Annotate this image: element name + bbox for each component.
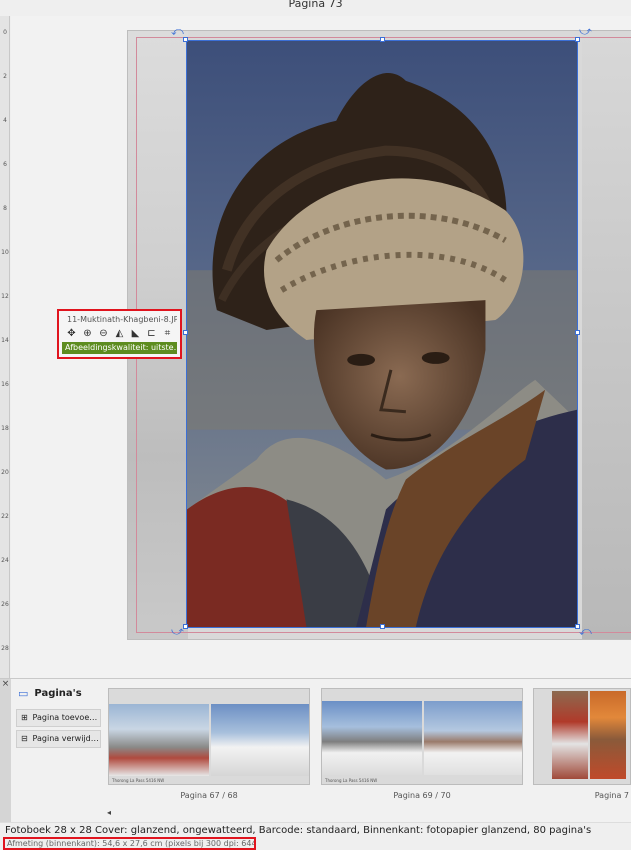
thumbnail-photo bbox=[109, 704, 209, 776]
photo-filename: 11-Muktinath-Khagbeni-8.JPG bbox=[67, 315, 177, 324]
thumbnail-photo bbox=[322, 701, 422, 775]
photo-toolbar: 11-Muktinath-Khagbeni-8.JPG ✥ ⊕ ⊖ ◭ ◣ ⊏ … bbox=[57, 309, 182, 359]
photo-tools: ✥ ⊕ ⊖ ◭ ◣ ⊏ ⌗ bbox=[62, 326, 177, 340]
ruler-label: 24 bbox=[1, 557, 9, 564]
rotate-handle-icon[interactable]: ⤻ bbox=[171, 624, 184, 639]
close-icon: × bbox=[1, 679, 10, 689]
thumbnail-caption: Thorong La Pass 5416 NW bbox=[112, 778, 165, 783]
rotate-handle-icon[interactable]: ⤻ bbox=[579, 24, 592, 39]
zoom-out-icon[interactable]: ⊖ bbox=[97, 327, 110, 340]
ruler-label: 20 bbox=[1, 469, 9, 476]
pages-icon: ▭ bbox=[18, 687, 29, 700]
ruler-label: 14 bbox=[1, 337, 9, 344]
move-icon[interactable]: ✥ bbox=[65, 327, 78, 340]
thumbnail-caption: Thorong La Pass 5416 NW bbox=[325, 778, 378, 783]
ruler-label: 10 bbox=[1, 249, 9, 256]
ruler-label: 28 bbox=[1, 645, 9, 652]
align-icon[interactable]: ⊏ bbox=[145, 327, 158, 340]
resize-handle-left[interactable] bbox=[183, 330, 188, 335]
pages-panel-title: Pagina's bbox=[34, 688, 82, 699]
ruler-label: 4 bbox=[3, 117, 7, 124]
page-title: Pagina 73 bbox=[288, 0, 343, 10]
thumbnail-photo bbox=[424, 701, 522, 775]
rotate-handle-icon[interactable]: ⤺ bbox=[171, 24, 184, 39]
thumbnail-label: Pagina 69 / 70 bbox=[393, 791, 451, 800]
resize-handle-right[interactable] bbox=[575, 330, 580, 335]
thumbnail-photo bbox=[590, 691, 626, 779]
page-thumbnail-71[interactable] bbox=[533, 688, 631, 785]
ruler-label: 8 bbox=[3, 205, 7, 212]
fade-icon[interactable]: ◣ bbox=[129, 327, 142, 340]
rotate-handle-icon[interactable]: ⤺ bbox=[579, 624, 592, 639]
mirror-icon[interactable]: ◭ bbox=[113, 327, 126, 340]
status-bar: Fotoboek 28 x 28 Cover: glanzend, ongewa… bbox=[0, 822, 631, 850]
remove-page-icon: ⊟ bbox=[21, 734, 28, 743]
ruler-label: 18 bbox=[1, 425, 9, 432]
ruler-label: 22 bbox=[1, 513, 9, 520]
portrait-photo bbox=[187, 41, 577, 627]
image-quality-indicator: Afbeeldingskwaliteit: uitste… bbox=[62, 342, 177, 354]
thumbnail-photo bbox=[211, 704, 309, 776]
ruler-label: 6 bbox=[3, 161, 7, 168]
add-page-icon: ⊞ bbox=[21, 713, 28, 722]
product-info: Fotoboek 28 x 28 Cover: glanzend, ongewa… bbox=[5, 825, 592, 836]
page-thumbnail-67-68[interactable]: Thorong La Pass 5416 NW bbox=[108, 688, 310, 785]
remove-page-label: Pagina verwijd… bbox=[32, 734, 99, 743]
vertical-ruler: 0 2 4 6 8 10 12 14 16 18 20 22 24 26 28 bbox=[0, 16, 10, 678]
selected-photo[interactable] bbox=[186, 40, 578, 628]
ruler-label: 12 bbox=[1, 293, 9, 300]
add-page-button[interactable]: ⊞ Pagina toevoe… bbox=[16, 709, 101, 727]
ruler-label: 16 bbox=[1, 381, 9, 388]
pages-panel-header: ▭ Pagina's bbox=[18, 687, 82, 700]
add-page-label: Pagina toevoe… bbox=[32, 713, 98, 722]
photobook-editor: Pagina 73 0 2 4 6 8 10 12 14 16 18 20 22… bbox=[0, 0, 631, 850]
panel-close-button[interactable]: × bbox=[0, 679, 11, 823]
scroll-left-icon[interactable]: ◂ bbox=[107, 808, 111, 817]
resize-handle-bottom[interactable] bbox=[380, 624, 385, 629]
thumbnail-photo bbox=[552, 691, 588, 779]
remove-page-button[interactable]: ⊟ Pagina verwijd… bbox=[16, 730, 101, 748]
thumbnail-label: Pagina 67 / 68 bbox=[180, 791, 238, 800]
ruler-label: 2 bbox=[3, 73, 7, 80]
resize-handle-top[interactable] bbox=[380, 37, 385, 42]
page-thumbnail-69-70[interactable]: Thorong La Pass 5416 NW bbox=[321, 688, 523, 785]
zoom-in-icon[interactable]: ⊕ bbox=[81, 327, 94, 340]
crop-icon[interactable]: ⌗ bbox=[161, 327, 174, 340]
dimensions-info: Afmeting (binnenkant): 54,6 x 27,6 cm (p… bbox=[3, 837, 256, 850]
ruler-label: 26 bbox=[1, 601, 9, 608]
thumbnail-label: Pagina 7 bbox=[594, 791, 629, 800]
ruler-label: 0 bbox=[3, 29, 7, 36]
